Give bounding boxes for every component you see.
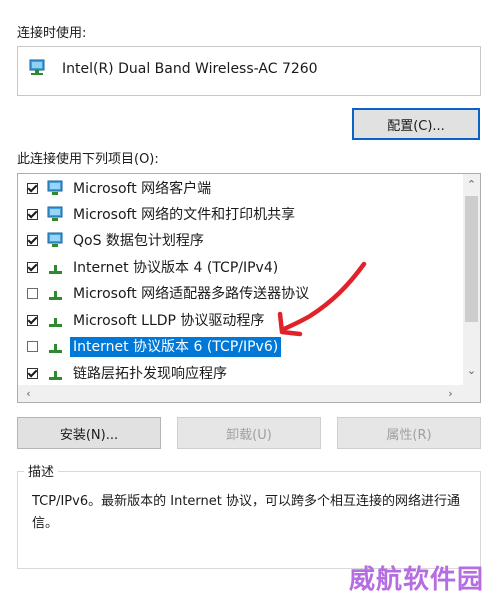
watermark-text: 威航软件园 — [349, 565, 485, 595]
network-client-icon — [46, 232, 66, 250]
checkbox[interactable] — [27, 288, 38, 299]
protocol-icon — [46, 259, 66, 277]
checkbox[interactable] — [27, 262, 38, 273]
checkbox[interactable] — [27, 235, 38, 246]
checkbox[interactable] — [27, 209, 38, 220]
list-item-label: Internet 协议版本 6 (TCP/IPv6) — [70, 337, 282, 357]
list-item-label: Microsoft LLDP 协议驱动程序 — [73, 313, 265, 329]
list-item-label: 链路层拓扑发现响应程序 — [73, 366, 227, 382]
network-client-icon — [46, 206, 66, 224]
checkbox[interactable] — [27, 315, 38, 326]
scroll-left-icon[interactable]: ‹ — [20, 385, 37, 402]
list-item[interactable]: QoS 数据包计划程序 — [18, 229, 463, 255]
adapter-box: Intel(R) Dual Band Wireless-AC 7260 — [17, 46, 481, 96]
annotation-arrow-icon — [277, 261, 367, 337]
scrollbar-thumb[interactable] — [465, 196, 478, 322]
list-item[interactable]: Microsoft 网络适配器多路传送器协议 — [18, 282, 463, 308]
list-item[interactable]: Microsoft LLDP 协议驱动程序 — [18, 309, 463, 335]
description-text: TCP/IPv6。最新版本的 Internet 协议，可以跨多个相互连接的网络进… — [32, 494, 460, 531]
configure-button[interactable]: 配置(C)... — [352, 108, 480, 140]
uninstall-button[interactable]: 卸载(U) — [177, 417, 321, 449]
list-item-label: QoS 数据包计划程序 — [73, 233, 204, 249]
network-adapter-icon — [28, 59, 48, 77]
items-label: 此连接使用下列项目(O): — [17, 152, 159, 167]
checkbox[interactable] — [27, 183, 38, 194]
protocol-icon — [46, 365, 66, 383]
list-item-label: Microsoft 网络的文件和打印机共享 — [73, 207, 296, 223]
network-client-icon — [46, 180, 66, 198]
list-item[interactable]: Internet 协议版本 4 (TCP/IPv4) — [18, 256, 463, 282]
list-item[interactable]: Microsoft 网络的文件和打印机共享 — [18, 203, 463, 229]
list-item-selected[interactable]: Internet 协议版本 6 (TCP/IPv6) — [18, 335, 463, 361]
list-item-label: Internet 协议版本 4 (TCP/IPv4) — [73, 260, 279, 276]
scroll-right-icon[interactable]: › — [442, 385, 459, 402]
description-label: 描述 — [24, 461, 59, 480]
vertical-scrollbar[interactable]: ⌃ ⌄ — [463, 174, 480, 385]
list-item[interactable]: Microsoft 网络客户端 — [18, 177, 463, 203]
list-item-label: Microsoft 网络客户端 — [73, 181, 212, 197]
scroll-up-icon[interactable]: ⌃ — [463, 176, 480, 193]
properties-button[interactable]: 属性(R) — [337, 417, 481, 449]
protocol-icon — [46, 338, 66, 356]
checkbox[interactable] — [27, 341, 38, 352]
checkbox[interactable] — [27, 368, 38, 379]
horizontal-scrollbar[interactable]: ‹ › — [18, 385, 480, 402]
adapter-name: Intel(R) Dual Band Wireless-AC 7260 — [62, 61, 318, 77]
protocol-icon — [46, 312, 66, 330]
install-button[interactable]: 安装(N)... — [17, 417, 161, 449]
component-list[interactable]: Microsoft 网络客户端 Microsoft 网络的文件和打印机共享 Qo… — [17, 173, 481, 403]
protocol-icon — [46, 285, 66, 303]
scroll-down-icon[interactable]: ⌄ — [463, 362, 480, 379]
connect-using-label: 连接时使用: — [17, 26, 87, 41]
